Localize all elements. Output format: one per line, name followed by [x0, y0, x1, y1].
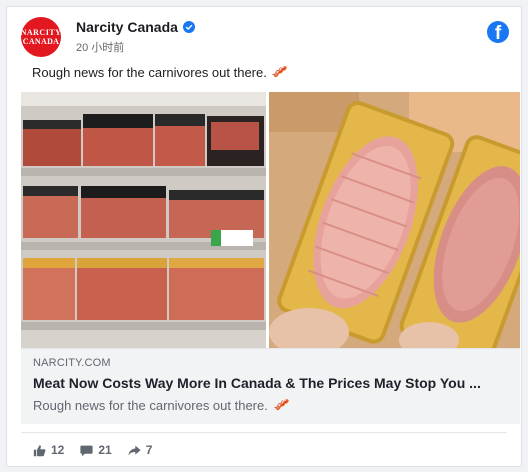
avatar-text-bottom: CANADA — [22, 37, 60, 46]
link-domain: NARCITY.COM — [33, 357, 111, 369]
link-preview[interactable]: NARCITY.COM Meat Now Costs Way More In C… — [21, 348, 520, 424]
deli-ham-trays-photo[interactable] — [269, 92, 520, 348]
caption-text: Rough news for the carnivores out there. — [32, 64, 267, 80]
post-caption: Rough news for the carnivores out there.… — [32, 64, 288, 80]
verified-badge-icon — [182, 21, 195, 33]
share-icon — [128, 445, 141, 455]
thumbs-up-icon — [33, 444, 46, 456]
share-action[interactable]: 7 — [128, 443, 153, 457]
bacon-emoji-icon: 🥓 — [273, 397, 291, 412]
comment-action[interactable]: 21 — [80, 443, 112, 457]
page-name[interactable]: Narcity Canada — [76, 19, 195, 35]
post-header: NARCITY CANADA Narcity Canada 20 小时前 f — [21, 17, 509, 63]
link-title[interactable]: Meat Now Costs Way More In Canada & The … — [33, 375, 513, 391]
bacon-shelf-photo[interactable] — [21, 92, 266, 348]
share-count: 7 — [145, 443, 153, 457]
page-name-text[interactable]: Narcity Canada — [76, 19, 178, 35]
link-description-text: Rough news for the carnivores out there. — [33, 397, 268, 413]
like-count: 12 — [51, 443, 65, 457]
post-timestamp[interactable]: 20 小时前 — [76, 39, 124, 55]
post-engagement-bar: 12 21 7 — [33, 443, 152, 457]
facebook-post-card: NARCITY CANADA Narcity Canada 20 小时前 f R… — [6, 6, 522, 467]
link-preview-images[interactable] — [21, 92, 520, 348]
like-action[interactable]: 12 — [33, 443, 64, 457]
link-description: Rough news for the carnivores out there.… — [33, 397, 290, 413]
avatar[interactable]: NARCITY CANADA — [21, 17, 61, 57]
bacon-emoji-icon: 🥓 — [271, 64, 289, 79]
comment-icon — [80, 445, 93, 456]
avatar-text-top: NARCITY — [21, 28, 61, 37]
comment-count: 21 — [98, 443, 112, 457]
divider — [21, 432, 507, 433]
facebook-logo-icon[interactable]: f — [487, 21, 509, 43]
